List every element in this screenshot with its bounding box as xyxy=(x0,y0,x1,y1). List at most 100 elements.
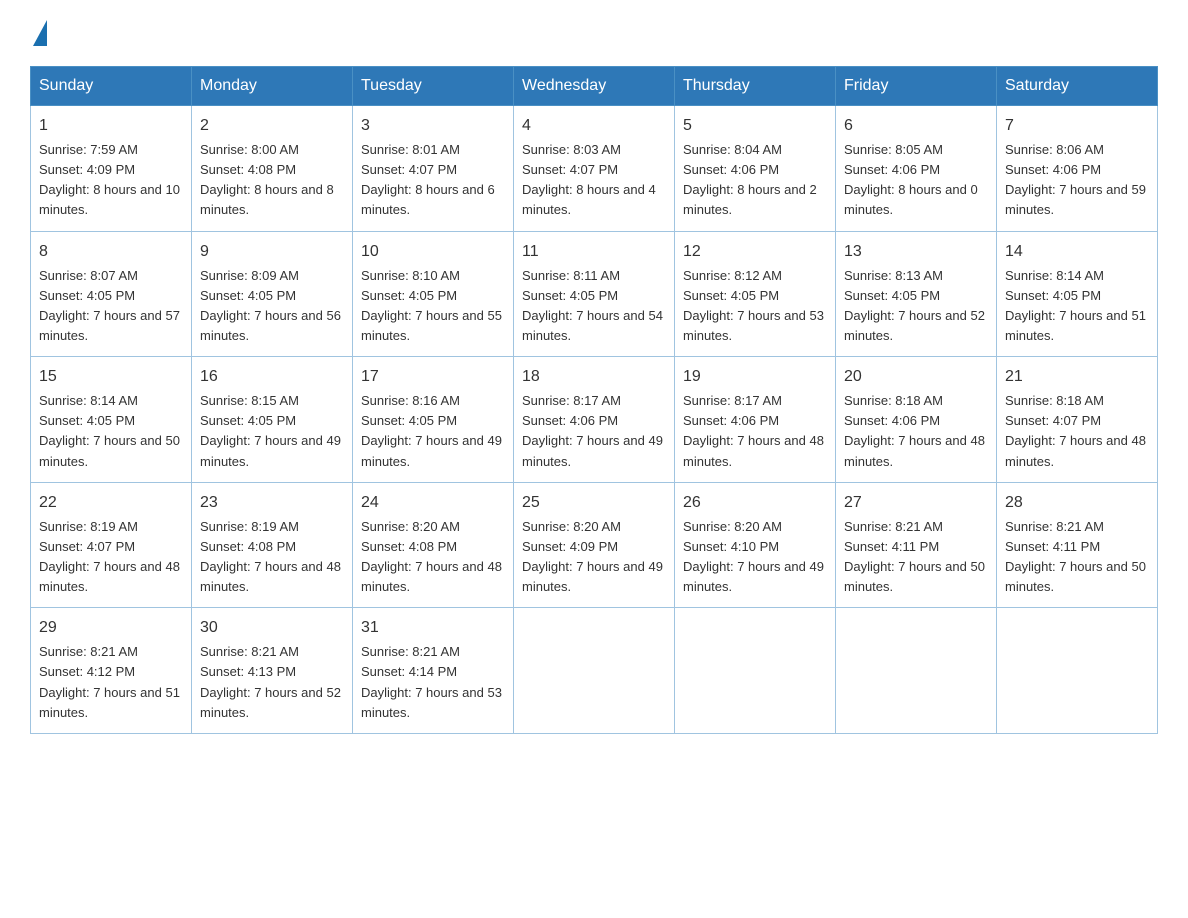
day-number: 22 xyxy=(39,491,183,515)
calendar-cell: 25Sunrise: 8:20 AMSunset: 4:09 PMDayligh… xyxy=(514,482,675,608)
day-info: Sunrise: 8:21 AMSunset: 4:11 PMDaylight:… xyxy=(1005,517,1149,598)
calendar-cell: 11Sunrise: 8:11 AMSunset: 4:05 PMDayligh… xyxy=(514,231,675,357)
day-number: 3 xyxy=(361,114,505,138)
calendar-cell: 14Sunrise: 8:14 AMSunset: 4:05 PMDayligh… xyxy=(997,231,1158,357)
day-number: 11 xyxy=(522,240,666,264)
calendar-cell: 31Sunrise: 8:21 AMSunset: 4:14 PMDayligh… xyxy=(353,608,514,734)
calendar-cell: 10Sunrise: 8:10 AMSunset: 4:05 PMDayligh… xyxy=(353,231,514,357)
day-number: 12 xyxy=(683,240,827,264)
day-number: 31 xyxy=(361,616,505,640)
day-info: Sunrise: 8:21 AMSunset: 4:14 PMDaylight:… xyxy=(361,642,505,723)
day-number: 9 xyxy=(200,240,344,264)
day-info: Sunrise: 8:17 AMSunset: 4:06 PMDaylight:… xyxy=(522,391,666,472)
calendar-cell xyxy=(836,608,997,734)
day-number: 5 xyxy=(683,114,827,138)
day-number: 15 xyxy=(39,365,183,389)
weekday-header-saturday: Saturday xyxy=(997,67,1158,106)
day-info: Sunrise: 8:18 AMSunset: 4:07 PMDaylight:… xyxy=(1005,391,1149,472)
calendar-cell: 24Sunrise: 8:20 AMSunset: 4:08 PMDayligh… xyxy=(353,482,514,608)
day-number: 13 xyxy=(844,240,988,264)
calendar-week-row: 15Sunrise: 8:14 AMSunset: 4:05 PMDayligh… xyxy=(31,357,1158,483)
day-number: 7 xyxy=(1005,114,1149,138)
weekday-header-monday: Monday xyxy=(192,67,353,106)
calendar-cell: 18Sunrise: 8:17 AMSunset: 4:06 PMDayligh… xyxy=(514,357,675,483)
day-info: Sunrise: 8:21 AMSunset: 4:11 PMDaylight:… xyxy=(844,517,988,598)
day-number: 8 xyxy=(39,240,183,264)
day-number: 25 xyxy=(522,491,666,515)
calendar-cell: 6Sunrise: 8:05 AMSunset: 4:06 PMDaylight… xyxy=(836,106,997,232)
calendar-cell: 30Sunrise: 8:21 AMSunset: 4:13 PMDayligh… xyxy=(192,608,353,734)
day-number: 17 xyxy=(361,365,505,389)
day-info: Sunrise: 8:11 AMSunset: 4:05 PMDaylight:… xyxy=(522,266,666,347)
day-info: Sunrise: 8:21 AMSunset: 4:13 PMDaylight:… xyxy=(200,642,344,723)
weekday-header-thursday: Thursday xyxy=(675,67,836,106)
day-info: Sunrise: 8:19 AMSunset: 4:07 PMDaylight:… xyxy=(39,517,183,598)
calendar-cell: 4Sunrise: 8:03 AMSunset: 4:07 PMDaylight… xyxy=(514,106,675,232)
day-number: 14 xyxy=(1005,240,1149,264)
calendar-cell: 20Sunrise: 8:18 AMSunset: 4:06 PMDayligh… xyxy=(836,357,997,483)
day-info: Sunrise: 8:04 AMSunset: 4:06 PMDaylight:… xyxy=(683,140,827,221)
weekday-header-wednesday: Wednesday xyxy=(514,67,675,106)
day-info: Sunrise: 8:10 AMSunset: 4:05 PMDaylight:… xyxy=(361,266,505,347)
calendar-cell: 15Sunrise: 8:14 AMSunset: 4:05 PMDayligh… xyxy=(31,357,192,483)
day-info: Sunrise: 8:18 AMSunset: 4:06 PMDaylight:… xyxy=(844,391,988,472)
day-info: Sunrise: 8:21 AMSunset: 4:12 PMDaylight:… xyxy=(39,642,183,723)
calendar-cell: 21Sunrise: 8:18 AMSunset: 4:07 PMDayligh… xyxy=(997,357,1158,483)
day-number: 27 xyxy=(844,491,988,515)
day-number: 30 xyxy=(200,616,344,640)
calendar-cell: 2Sunrise: 8:00 AMSunset: 4:08 PMDaylight… xyxy=(192,106,353,232)
calendar-cell: 22Sunrise: 8:19 AMSunset: 4:07 PMDayligh… xyxy=(31,482,192,608)
day-number: 20 xyxy=(844,365,988,389)
calendar-cell: 17Sunrise: 8:16 AMSunset: 4:05 PMDayligh… xyxy=(353,357,514,483)
day-number: 19 xyxy=(683,365,827,389)
day-info: Sunrise: 8:01 AMSunset: 4:07 PMDaylight:… xyxy=(361,140,505,221)
day-info: Sunrise: 7:59 AMSunset: 4:09 PMDaylight:… xyxy=(39,140,183,221)
calendar-cell: 1Sunrise: 7:59 AMSunset: 4:09 PMDaylight… xyxy=(31,106,192,232)
weekday-header-sunday: Sunday xyxy=(31,67,192,106)
day-info: Sunrise: 8:14 AMSunset: 4:05 PMDaylight:… xyxy=(1005,266,1149,347)
day-info: Sunrise: 8:16 AMSunset: 4:05 PMDaylight:… xyxy=(361,391,505,472)
day-number: 1 xyxy=(39,114,183,138)
calendar-cell: 7Sunrise: 8:06 AMSunset: 4:06 PMDaylight… xyxy=(997,106,1158,232)
calendar-cell: 16Sunrise: 8:15 AMSunset: 4:05 PMDayligh… xyxy=(192,357,353,483)
calendar-cell: 3Sunrise: 8:01 AMSunset: 4:07 PMDaylight… xyxy=(353,106,514,232)
calendar-cell: 29Sunrise: 8:21 AMSunset: 4:12 PMDayligh… xyxy=(31,608,192,734)
day-info: Sunrise: 8:05 AMSunset: 4:06 PMDaylight:… xyxy=(844,140,988,221)
calendar-cell xyxy=(675,608,836,734)
weekday-header-friday: Friday xyxy=(836,67,997,106)
day-info: Sunrise: 8:07 AMSunset: 4:05 PMDaylight:… xyxy=(39,266,183,347)
calendar-cell: 5Sunrise: 8:04 AMSunset: 4:06 PMDaylight… xyxy=(675,106,836,232)
day-number: 16 xyxy=(200,365,344,389)
day-number: 4 xyxy=(522,114,666,138)
day-info: Sunrise: 8:03 AMSunset: 4:07 PMDaylight:… xyxy=(522,140,666,221)
day-number: 21 xyxy=(1005,365,1149,389)
day-info: Sunrise: 8:20 AMSunset: 4:08 PMDaylight:… xyxy=(361,517,505,598)
calendar-cell: 23Sunrise: 8:19 AMSunset: 4:08 PMDayligh… xyxy=(192,482,353,608)
page-header xyxy=(30,20,1158,46)
day-info: Sunrise: 8:20 AMSunset: 4:10 PMDaylight:… xyxy=(683,517,827,598)
day-info: Sunrise: 8:12 AMSunset: 4:05 PMDaylight:… xyxy=(683,266,827,347)
day-info: Sunrise: 8:19 AMSunset: 4:08 PMDaylight:… xyxy=(200,517,344,598)
day-info: Sunrise: 8:14 AMSunset: 4:05 PMDaylight:… xyxy=(39,391,183,472)
day-number: 6 xyxy=(844,114,988,138)
calendar-week-row: 8Sunrise: 8:07 AMSunset: 4:05 PMDaylight… xyxy=(31,231,1158,357)
day-number: 28 xyxy=(1005,491,1149,515)
calendar-cell xyxy=(997,608,1158,734)
day-number: 26 xyxy=(683,491,827,515)
day-info: Sunrise: 8:13 AMSunset: 4:05 PMDaylight:… xyxy=(844,266,988,347)
calendar-cell xyxy=(514,608,675,734)
calendar-cell: 12Sunrise: 8:12 AMSunset: 4:05 PMDayligh… xyxy=(675,231,836,357)
calendar-cell: 9Sunrise: 8:09 AMSunset: 4:05 PMDaylight… xyxy=(192,231,353,357)
calendar-cell: 27Sunrise: 8:21 AMSunset: 4:11 PMDayligh… xyxy=(836,482,997,608)
logo xyxy=(30,20,47,46)
calendar-week-row: 29Sunrise: 8:21 AMSunset: 4:12 PMDayligh… xyxy=(31,608,1158,734)
day-info: Sunrise: 8:15 AMSunset: 4:05 PMDaylight:… xyxy=(200,391,344,472)
calendar-cell: 19Sunrise: 8:17 AMSunset: 4:06 PMDayligh… xyxy=(675,357,836,483)
day-number: 18 xyxy=(522,365,666,389)
day-info: Sunrise: 8:09 AMSunset: 4:05 PMDaylight:… xyxy=(200,266,344,347)
calendar-header-row: SundayMondayTuesdayWednesdayThursdayFrid… xyxy=(31,67,1158,106)
day-number: 29 xyxy=(39,616,183,640)
calendar-cell: 13Sunrise: 8:13 AMSunset: 4:05 PMDayligh… xyxy=(836,231,997,357)
day-info: Sunrise: 8:17 AMSunset: 4:06 PMDaylight:… xyxy=(683,391,827,472)
calendar-table: SundayMondayTuesdayWednesdayThursdayFrid… xyxy=(30,66,1158,734)
